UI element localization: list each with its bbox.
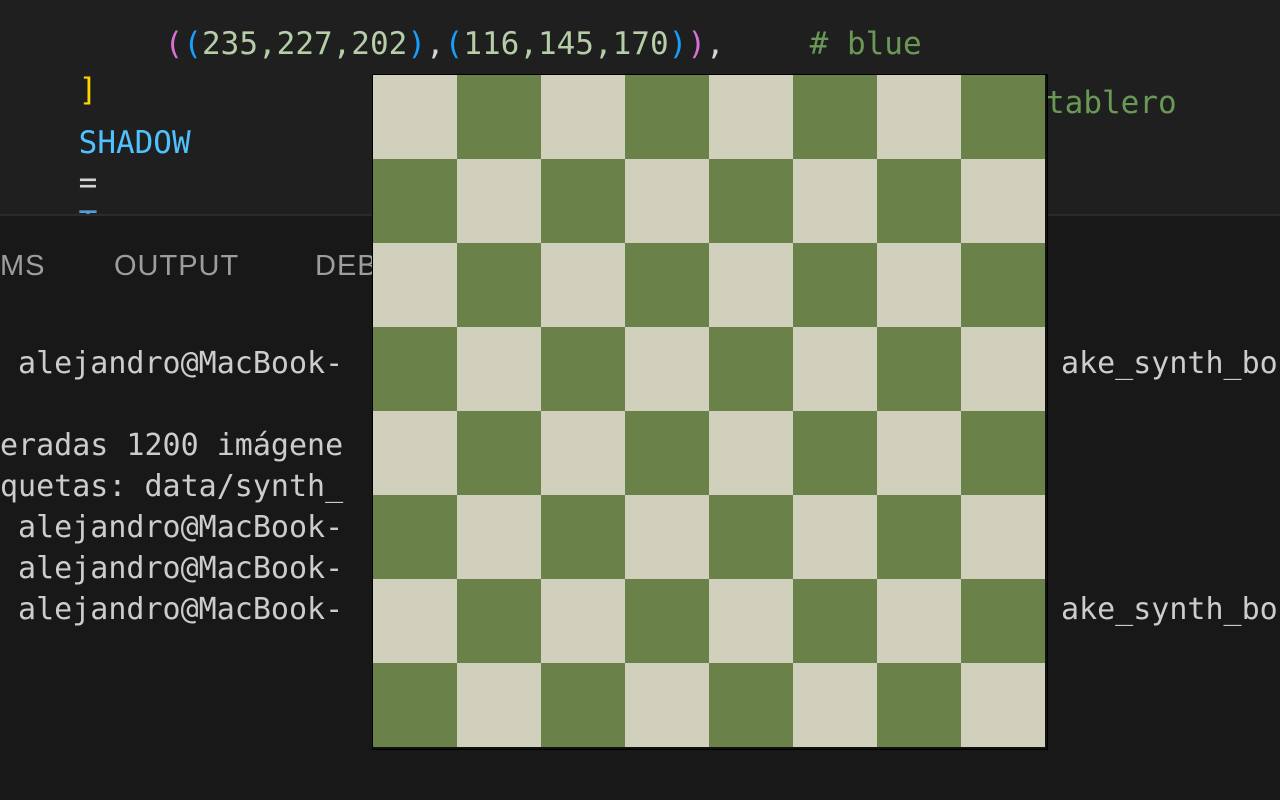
board-square-dark — [709, 327, 793, 411]
board-square-light — [877, 411, 961, 495]
board-square-dark — [961, 411, 1045, 495]
board-square-dark — [877, 495, 961, 579]
board-square-light — [793, 495, 877, 579]
board-square-dark — [793, 579, 877, 663]
paren-a-close: ) — [407, 26, 426, 62]
board-square-dark — [793, 75, 877, 159]
board-square-light — [625, 495, 709, 579]
board-square-dark — [961, 75, 1045, 159]
tab-output[interactable]: OUTPUT — [114, 246, 239, 286]
board-square-light — [373, 243, 457, 327]
board-square-dark — [793, 243, 877, 327]
board-square-dark — [373, 663, 457, 747]
board-square-light — [457, 327, 541, 411]
board-square-light — [541, 411, 625, 495]
board-square-dark — [793, 411, 877, 495]
board-square-dark — [625, 411, 709, 495]
board-square-light — [541, 579, 625, 663]
board-square-dark — [457, 579, 541, 663]
terminal-line: quetas: data/synth_ — [0, 469, 344, 504]
paren-b-close: ) — [668, 26, 688, 62]
board-square-dark — [457, 243, 541, 327]
board-square-dark — [961, 579, 1045, 663]
board-square-light — [373, 411, 457, 495]
board-square-light — [457, 663, 541, 747]
board-square-light — [541, 75, 625, 159]
board-square-light — [793, 663, 877, 747]
code-line-close-bracket: ] — [4, 30, 98, 108]
comma: , — [425, 26, 445, 62]
board-square-light — [709, 243, 793, 327]
code-comment: # blue — [809, 26, 922, 62]
board-square-dark — [373, 159, 457, 243]
board-square-dark — [709, 663, 793, 747]
board-square-dark — [625, 75, 709, 159]
terminal-line: ake_synth_bo — [1061, 592, 1278, 627]
board-square-light — [793, 327, 877, 411]
checkerboard-image — [373, 75, 1045, 747]
board-square-light — [373, 75, 457, 159]
board-square-light — [961, 327, 1045, 411]
board-square-light — [373, 579, 457, 663]
terminal-line: alejandro@MacBook- — [0, 592, 344, 627]
board-square-dark — [709, 495, 793, 579]
board-square-dark — [457, 411, 541, 495]
board-square-light — [709, 579, 793, 663]
board-square-light — [625, 663, 709, 747]
terminal-line: ake_synth_bo — [1061, 346, 1278, 381]
board-square-dark — [541, 159, 625, 243]
terminal-line: eradas 1200 imágene — [0, 428, 344, 463]
code-comment-tablero: tablero — [1046, 85, 1177, 121]
board-square-light — [961, 663, 1045, 747]
paren-outer-close: ) — [687, 26, 706, 62]
code-line-shadow: SHADOW = True — [4, 83, 191, 241]
terminal-line: alejandro@MacBook- — [0, 510, 344, 545]
board-square-light — [457, 159, 541, 243]
tab-problems[interactable]: MS — [0, 246, 46, 286]
board-square-dark — [373, 327, 457, 411]
board-square-dark — [709, 159, 793, 243]
board-square-light — [793, 159, 877, 243]
paren-b-open: ( — [444, 26, 464, 62]
board-square-light — [457, 495, 541, 579]
checkerboard-preview-window[interactable] — [373, 75, 1047, 749]
board-square-dark — [625, 243, 709, 327]
board-square-light — [625, 159, 709, 243]
color-b-values: 116,145,170 — [463, 26, 669, 62]
board-square-dark — [877, 663, 961, 747]
board-square-dark — [541, 327, 625, 411]
board-square-dark — [373, 495, 457, 579]
board-square-light — [877, 579, 961, 663]
board-square-dark — [541, 495, 625, 579]
board-square-light — [877, 75, 961, 159]
board-square-dark — [961, 243, 1045, 327]
board-square-light — [961, 159, 1045, 243]
shadow-constant: SHADOW — [78, 125, 191, 161]
board-square-light — [961, 495, 1045, 579]
board-square-light — [625, 327, 709, 411]
board-square-dark — [877, 327, 961, 411]
board-square-light — [709, 75, 793, 159]
comma: , — [705, 26, 725, 62]
color-a-values: 235,227,202 — [202, 26, 408, 62]
code-line-colors: ((235,227,202),(116,145,170)), # blue — [90, 0, 922, 62]
board-square-dark — [457, 75, 541, 159]
board-square-dark — [877, 159, 961, 243]
board-square-light — [709, 411, 793, 495]
paren-outer-open: ( — [164, 26, 184, 62]
board-square-dark — [541, 663, 625, 747]
board-square-light — [877, 243, 961, 327]
terminal-line: alejandro@MacBook- — [0, 551, 344, 586]
board-square-light — [541, 243, 625, 327]
tab-debug-console[interactable]: DEB — [315, 246, 378, 286]
terminal-line: alejandro@MacBook- — [0, 346, 344, 381]
board-square-dark — [625, 579, 709, 663]
paren-a-open: ( — [183, 26, 202, 62]
